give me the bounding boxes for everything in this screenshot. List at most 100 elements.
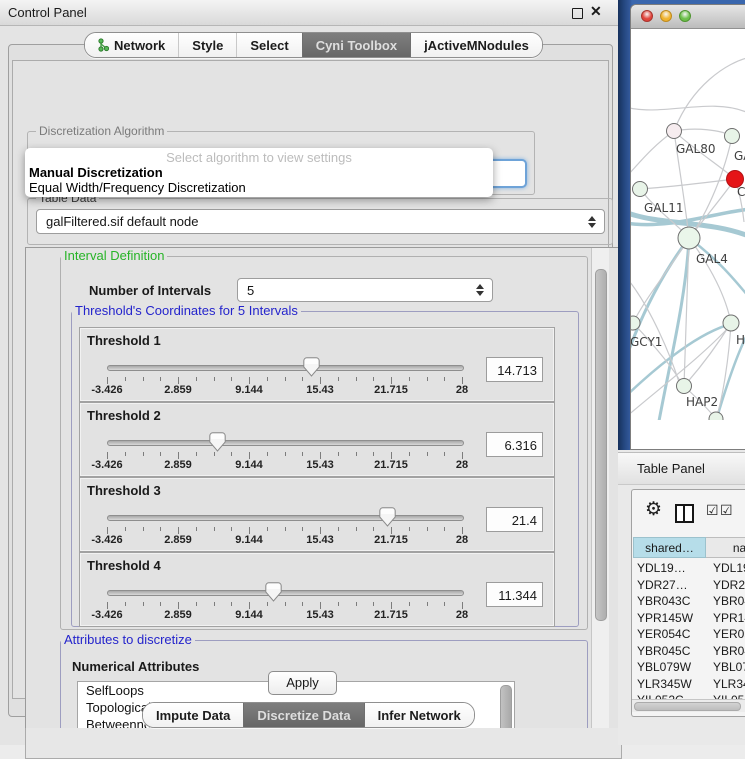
threshold-value-field[interactable]: 11.344 xyxy=(486,582,543,607)
table-row[interactable]: YPR145WYPR14 xyxy=(633,610,745,627)
slider-tick-label: 15.43 xyxy=(290,384,350,396)
minimize-window-button-icon[interactable] xyxy=(660,10,672,22)
network-edge[interactable] xyxy=(716,337,745,420)
slider-thumb[interactable] xyxy=(379,507,396,527)
slider-track[interactable] xyxy=(107,440,464,446)
slider-tick xyxy=(125,527,126,531)
tab-network[interactable]: Network xyxy=(85,33,178,57)
tab-impute-data[interactable]: Impute Data xyxy=(143,703,243,727)
threshold-panel-4: Threshold 4-3.4262.8599.14415.4321.71528… xyxy=(79,552,555,627)
slider-tick xyxy=(444,377,445,381)
close-icon[interactable]: ✕ xyxy=(590,3,602,20)
slider-tick xyxy=(302,377,303,381)
tab-infer-network[interactable]: Infer Network xyxy=(364,703,474,727)
table-hscrollbar-track[interactable] xyxy=(632,699,745,712)
network-edge[interactable] xyxy=(640,179,735,189)
close-window-button-icon[interactable] xyxy=(641,10,653,22)
network-node[interactable] xyxy=(667,124,682,139)
threshold-value-field[interactable]: 6.316 xyxy=(486,432,543,457)
network-node[interactable] xyxy=(725,129,740,144)
spinner-arrows-icon xyxy=(587,215,596,229)
number-of-intervals-combobox[interactable]: 5 xyxy=(237,278,493,302)
group-legend: Interval Definition xyxy=(61,249,167,263)
table-data-value: galFiltered.sif default node xyxy=(46,214,198,229)
tab-label: Network xyxy=(114,38,165,53)
network-edge[interactable] xyxy=(689,238,745,297)
slider-tick-label: 9.144 xyxy=(219,384,279,396)
threshold-value-field[interactable]: 14.713 xyxy=(486,357,543,382)
float-window-icon[interactable] xyxy=(572,8,583,19)
slider-thumb[interactable] xyxy=(303,357,320,377)
slider-tick xyxy=(320,602,321,609)
table-cell: YBL079W xyxy=(633,659,706,676)
network-edge[interactable] xyxy=(631,106,745,112)
table-row[interactable]: YDR27…YDR27 xyxy=(633,577,745,594)
slider-tick xyxy=(462,602,463,609)
threshold-value-field[interactable]: 21.4 xyxy=(486,507,543,532)
table-cell: YDR27 xyxy=(706,577,745,594)
slider-tick xyxy=(409,602,410,606)
slider-thumb[interactable] xyxy=(265,582,282,602)
columns-icon[interactable] xyxy=(675,504,694,523)
threshold-label: Threshold 2 xyxy=(87,408,161,423)
dropdown-option-equal-width-frequency[interactable]: Equal Width/Frequency Discretization xyxy=(29,180,246,195)
slider-tick-label: 2.859 xyxy=(148,534,208,546)
tab-style[interactable]: Style xyxy=(178,33,236,57)
slider-tick xyxy=(267,377,268,381)
group-legend: Threshold's Coordinates for 5 Intervals xyxy=(72,304,301,318)
network-node[interactable] xyxy=(633,182,648,197)
tab-cyni-toolbox[interactable]: Cyni Toolbox xyxy=(302,33,410,57)
settings-scrollbar-thumb[interactable] xyxy=(595,269,607,621)
table-row[interactable]: YDL19…YDL19 xyxy=(633,560,745,577)
table-row[interactable]: YBR045CYBR04 xyxy=(633,643,745,660)
network-edge[interactable] xyxy=(674,129,732,136)
column-header-2[interactable]: na… xyxy=(706,537,745,558)
table-row[interactable]: YBL079WYBL07 xyxy=(633,659,745,676)
slider-track[interactable] xyxy=(107,515,464,521)
slider-track[interactable] xyxy=(107,365,464,371)
network-node[interactable] xyxy=(678,227,700,249)
network-node[interactable] xyxy=(631,316,640,330)
slider-tick xyxy=(178,452,179,459)
table-header-row: shared…na… xyxy=(633,537,745,558)
zoom-window-button-icon[interactable] xyxy=(679,10,691,22)
checkbox-icon[interactable]: ☑ xyxy=(720,503,733,517)
gear-icon[interactable]: ⚙ xyxy=(645,500,662,519)
table-cell: YBR043C xyxy=(633,593,706,610)
dropdown-option-manual-discretization[interactable]: Manual Discretization xyxy=(29,165,163,180)
table-hscrollbar-thumb[interactable] xyxy=(634,702,741,711)
network-node[interactable] xyxy=(723,315,739,331)
slider-tick-label: 28 xyxy=(432,384,492,396)
table-row[interactable]: YER054CYER05 xyxy=(633,626,745,643)
network-edge[interactable] xyxy=(689,238,731,323)
slider-tick-label: 21.715 xyxy=(361,534,421,546)
slider-tick xyxy=(320,452,321,459)
column-header-1[interactable]: shared… xyxy=(633,537,706,558)
slider-track[interactable] xyxy=(107,590,464,596)
slider-tick xyxy=(107,377,108,384)
table-row[interactable]: YLR345WYLR34 xyxy=(633,676,745,693)
slider-tick xyxy=(178,527,179,534)
table-row[interactable]: YBR043CYBR04 xyxy=(633,593,745,610)
slider-tick xyxy=(214,452,215,456)
slider-thumb[interactable] xyxy=(209,432,226,452)
slider-tick xyxy=(285,452,286,456)
network-window-titlebar[interactable] xyxy=(631,5,745,29)
table-cell: YER05 xyxy=(706,626,745,643)
settings-scrollbar-track[interactable] xyxy=(591,248,609,729)
slider-tick xyxy=(356,527,357,531)
list-scrollbar-thumb[interactable] xyxy=(500,685,512,730)
network-node[interactable] xyxy=(677,379,692,394)
table-data-combobox[interactable]: galFiltered.sif default node xyxy=(36,209,605,234)
thresholds-group: Threshold's Coordinates for 5 Intervals … xyxy=(71,311,579,627)
network-edge[interactable] xyxy=(674,57,745,131)
network-edge[interactable] xyxy=(631,131,674,177)
network-canvas[interactable]: GAL80GAL3CYC8GAL11GAL4GCY1HIS4HAP2 xyxy=(631,29,745,420)
tab-jactivemnodules[interactable]: jActiveMNodules xyxy=(410,33,542,57)
apply-button[interactable]: Apply xyxy=(268,671,337,695)
tab-discretize-data[interactable]: Discretize Data xyxy=(243,703,363,727)
slider-tick xyxy=(285,602,286,606)
table-cell: YPR14 xyxy=(706,610,745,627)
checkbox-icon[interactable]: ☑ xyxy=(706,503,719,517)
tab-select[interactable]: Select xyxy=(236,33,301,57)
